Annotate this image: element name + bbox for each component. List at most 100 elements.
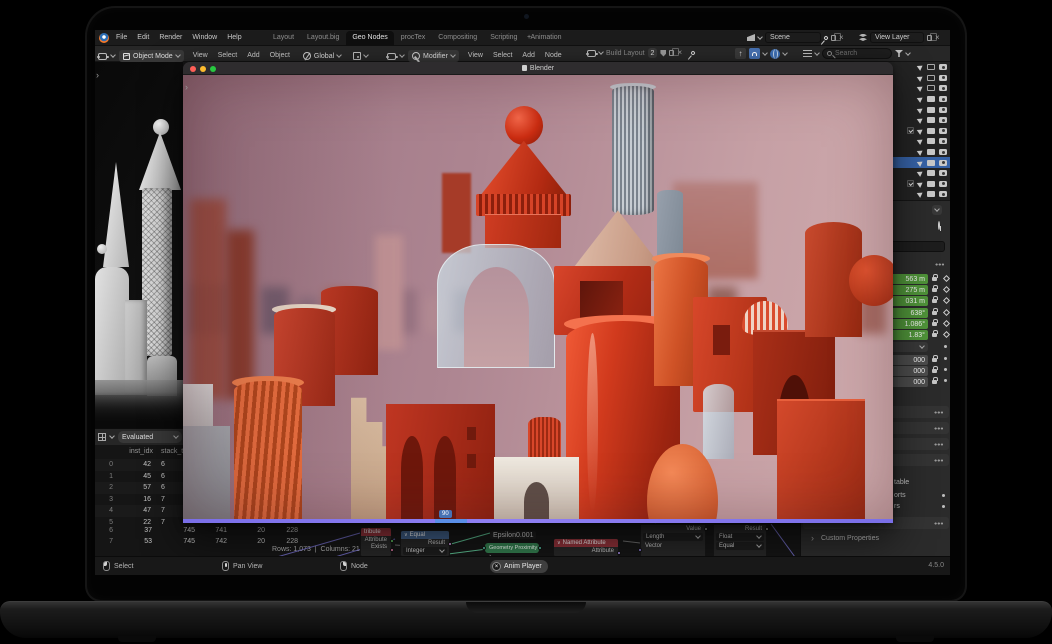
hide-render-icon[interactable] — [939, 138, 947, 144]
workspace-tab-layout[interactable]: Layout — [267, 31, 300, 46]
hide-viewport-icon[interactable] — [927, 138, 935, 144]
hide-render-icon[interactable] — [939, 75, 947, 81]
lock-icon[interactable] — [932, 322, 937, 326]
workspace-tab-geo-nodes[interactable]: Geo Nodes — [346, 31, 393, 46]
hide-viewport-icon[interactable] — [927, 149, 935, 155]
named-attribute-node[interactable]: Named Attribute Attribute — [553, 538, 619, 557]
hide-render-icon[interactable] — [939, 160, 947, 166]
render-window[interactable]: Blender — [183, 62, 893, 523]
hide-render-icon[interactable] — [939, 191, 947, 197]
output-socket-icon[interactable] — [448, 542, 452, 546]
menu-window[interactable]: Window — [187, 30, 222, 46]
hide-viewport-icon[interactable] — [927, 64, 935, 70]
filter-funnel-icon[interactable] — [895, 50, 903, 57]
vector-math-node[interactable]: Value Length Vector — [640, 524, 706, 557]
window-titlebar[interactable]: Blender — [183, 62, 893, 75]
hide-viewport-icon[interactable] — [927, 160, 935, 166]
keyframe-diamond-icon[interactable] — [943, 320, 950, 327]
hide-render-icon[interactable] — [939, 117, 947, 123]
output-socket-icon[interactable] — [390, 548, 394, 552]
orientation-dropdown[interactable]: Global — [299, 50, 345, 62]
hide-viewport-icon[interactable] — [927, 181, 935, 187]
hide-render-icon[interactable] — [939, 149, 947, 155]
hide-viewport-icon[interactable] — [927, 85, 935, 91]
checkbox[interactable] — [907, 127, 914, 134]
menu-render[interactable]: Render — [154, 30, 187, 46]
search-input[interactable]: Search — [822, 48, 892, 59]
menu-edit[interactable]: Edit — [132, 30, 154, 46]
hide-viewport-icon[interactable] — [927, 75, 935, 81]
hide-render-icon[interactable] — [939, 85, 947, 91]
integer-dropdown[interactable]: Integer — [403, 547, 447, 555]
snap-magnet-icon[interactable] — [749, 48, 760, 59]
chevron-down-icon[interactable] — [399, 52, 405, 58]
hide-render-icon[interactable] — [939, 170, 947, 176]
fake-user-shield-icon[interactable] — [660, 50, 666, 57]
hide-render-icon[interactable] — [939, 64, 947, 70]
lock-icon[interactable] — [932, 277, 937, 281]
animate-dot-icon[interactable] — [942, 494, 945, 497]
lock-icon[interactable] — [932, 380, 937, 384]
chevron-down-icon[interactable] — [762, 50, 768, 56]
hide-viewport-icon[interactable] — [927, 107, 935, 113]
workspace-tab-scripting[interactable]: Scripting — [484, 31, 523, 46]
output-socket-icon[interactable] — [390, 539, 394, 543]
mode-dropdown[interactable]: Object Mode — [119, 50, 184, 62]
hide-viewport-icon[interactable] — [927, 128, 935, 134]
collapsed-panel-arrow-icon[interactable] — [185, 82, 188, 92]
users-count-badge[interactable]: 2 — [648, 48, 658, 58]
workspace-tab-compositing[interactable]: Compositing — [432, 31, 483, 46]
lock-icon[interactable] — [932, 311, 937, 315]
lock-icon[interactable] — [932, 358, 937, 362]
collapsed-panel-arrow-icon[interactable] — [96, 70, 99, 80]
scene-name-field[interactable]: Scene — [765, 32, 821, 43]
parenting-icon[interactable] — [735, 48, 746, 59]
keyframe-diamond-icon[interactable] — [943, 275, 950, 282]
blender-logo-icon[interactable] — [99, 33, 109, 43]
chevron-down-icon[interactable] — [814, 50, 820, 56]
panel-menu-icon[interactable] — [935, 263, 944, 266]
copy-icon[interactable] — [669, 50, 674, 56]
animate-dot-icon[interactable] — [944, 368, 947, 371]
animate-dot-icon[interactable] — [944, 379, 947, 382]
hide-viewport-icon[interactable] — [927, 96, 935, 102]
current-frame-badge[interactable]: 90 — [439, 510, 452, 518]
lock-icon[interactable] — [932, 333, 937, 337]
geometry-proximity-node[interactable]: Geometry Proximity — [485, 543, 539, 553]
float-dropdown[interactable]: Float — [716, 533, 764, 541]
display-mode-icon[interactable] — [803, 50, 812, 57]
view-layer-field[interactable]: View Layer — [870, 32, 924, 43]
editor-type-icon[interactable] — [387, 53, 396, 60]
chevron-down-icon[interactable] — [905, 50, 911, 56]
output-socket-icon[interactable] — [765, 527, 769, 531]
menu-file[interactable]: File — [111, 30, 132, 46]
keyframe-diamond-icon[interactable] — [943, 286, 950, 293]
pin-icon[interactable] — [938, 221, 940, 230]
keyframe-diamond-icon[interactable] — [943, 331, 950, 338]
timeline-strip[interactable] — [183, 519, 893, 523]
view-layer-icon[interactable] — [859, 34, 867, 42]
lock-icon[interactable] — [932, 299, 937, 303]
menu-help[interactable]: Help — [222, 30, 246, 46]
chevron-down-icon[interactable] — [598, 49, 604, 55]
animate-dot-icon[interactable] — [944, 357, 947, 360]
checkbox[interactable] — [907, 180, 914, 187]
editor-type-icon[interactable] — [98, 53, 107, 60]
epsilon-field[interactable]: Epsilon 0.001 — [490, 531, 536, 539]
scene-icon[interactable] — [747, 34, 755, 41]
custom-properties-header[interactable]: Custom Properties — [821, 535, 879, 542]
datablock-dropdown[interactable]: Modifier — [408, 50, 459, 62]
workspace-tab-layout-big[interactable]: Layout.big — [301, 31, 345, 46]
animate-dot-icon[interactable] — [942, 505, 945, 508]
add-workspace-button[interactable]: + — [527, 34, 531, 41]
minimize-traffic-light[interactable] — [200, 66, 206, 72]
proportional-globe-icon[interactable] — [770, 49, 780, 59]
output-socket-icon[interactable] — [704, 527, 708, 531]
options-dropdown[interactable] — [932, 205, 942, 215]
node-tree-icon[interactable] — [587, 50, 596, 57]
hide-render-icon[interactable] — [939, 96, 947, 102]
hide-render-icon[interactable] — [939, 181, 947, 187]
anim-player-badge[interactable]: × Anim Player — [490, 560, 548, 573]
hide-render-icon[interactable] — [939, 107, 947, 113]
equal-node[interactable]: Equal Result Integer — [400, 530, 450, 557]
